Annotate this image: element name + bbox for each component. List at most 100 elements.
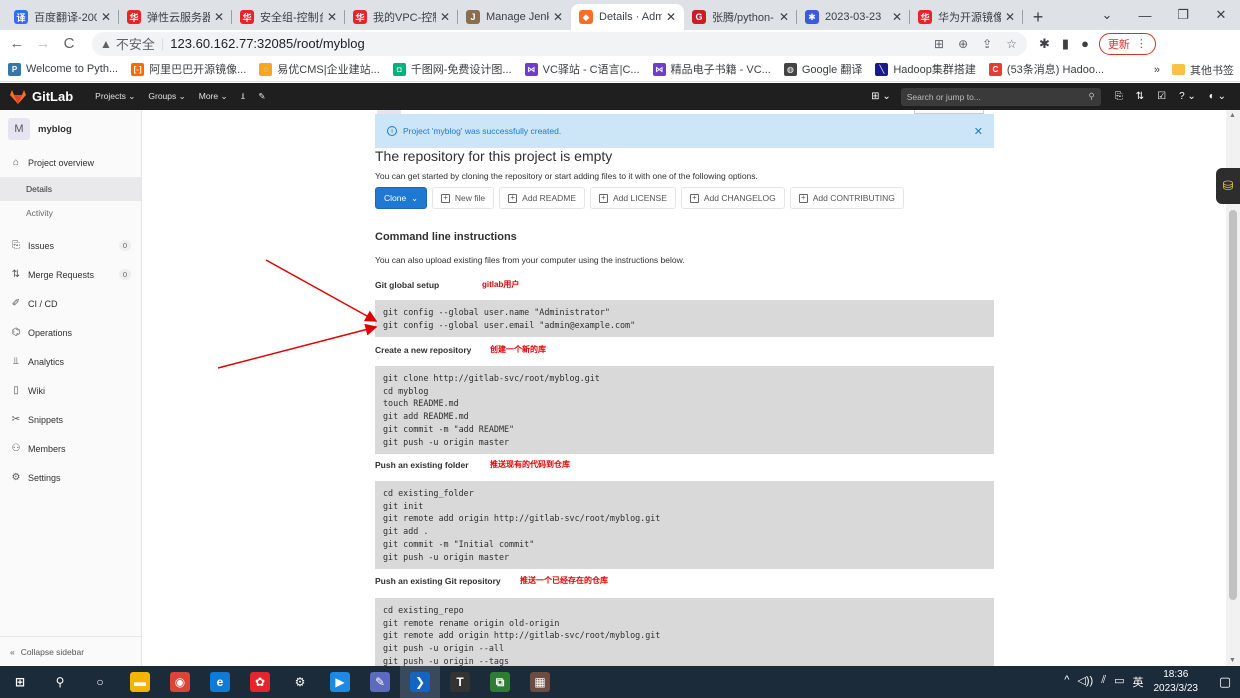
bookmark-item[interactable]: P Welcome to Pyth...: [8, 62, 118, 76]
file-explorer-icon[interactable]: ▬: [120, 666, 160, 698]
restore-icon[interactable]: ❐: [1164, 7, 1202, 23]
sidebar-item-merge-requests[interactable]: ⇅ Merge Requests 0: [0, 260, 141, 289]
ime-icon[interactable]: 英: [1133, 674, 1144, 690]
add-readme-button[interactable]: + Add README: [499, 187, 586, 209]
sidebar-item-operations[interactable]: ⌬ Operations: [0, 318, 141, 347]
browser-tab[interactable]: ◆ Details · Adm ✕: [571, 4, 684, 30]
new-dropdown-icon[interactable]: ⊞ ⌄: [871, 91, 891, 102]
scroll-down-icon[interactable]: ▼: [1229, 657, 1236, 664]
sidebar-subitem-activity[interactable]: Activity: [0, 201, 141, 225]
bookmark-item[interactable]: ⋈ 精品电子书籍 - VC...: [652, 61, 771, 77]
side-panel-icon[interactable]: ▮: [1062, 36, 1069, 52]
zoom-icon[interactable]: ⊕: [958, 37, 968, 51]
tab-close-icon[interactable]: ✕: [327, 10, 337, 24]
volume-icon[interactable]: ◁)): [1077, 674, 1093, 690]
huawei-icon[interactable]: ✿: [240, 666, 280, 698]
sidebar-item-analytics[interactable]: ⫫ Analytics: [0, 347, 141, 376]
nav-admin-icon[interactable]: ✎: [258, 91, 265, 102]
browser-tab[interactable]: 华华为开源镜像 ✕: [910, 4, 1023, 30]
remote-icon[interactable]: ⧉: [480, 666, 520, 698]
tab-close-icon[interactable]: ✕: [440, 10, 450, 24]
nav-projects[interactable]: Projects ⌄: [95, 91, 135, 102]
image-app-icon[interactable]: ▦: [520, 666, 560, 698]
app-icon[interactable]: ▶: [320, 666, 360, 698]
windows-start-icon[interactable]: ⊞: [0, 666, 40, 698]
update-button[interactable]: 更新 ⋮: [1098, 32, 1156, 55]
tab-close-icon[interactable]: ✕: [553, 10, 563, 24]
add-contributing-button[interactable]: + Add CONTRIBUTING: [789, 187, 904, 209]
browser-tab[interactable]: ✱ 2023-03-23 ✕: [797, 4, 910, 30]
other-bookmarks[interactable]: 其他书签: [1190, 62, 1234, 78]
menu-icon[interactable]: ⋮: [1136, 37, 1147, 50]
merge-requests-icon[interactable]: ⇅: [1136, 91, 1144, 102]
browser-tab[interactable]: 译百度翻译-200 ✕: [6, 4, 119, 30]
bookmark-item[interactable]: ◌ 易优CMS|企业建站...: [259, 61, 380, 77]
notification-icon[interactable]: ▢: [1210, 674, 1240, 690]
tab-close-icon[interactable]: ✕: [666, 10, 676, 24]
side-widget-button[interactable]: ⛁: [1216, 168, 1240, 204]
sidebar-item-wiki[interactable]: ▯ Wiki: [0, 376, 141, 405]
new-file-button[interactable]: + New file: [431, 187, 495, 209]
editor-icon[interactable]: ❯: [400, 666, 440, 698]
minimize-icon[interactable]: —: [1126, 8, 1164, 23]
sidebar-item-settings[interactable]: ⚙ Settings: [0, 463, 141, 492]
collapse-sidebar-button[interactable]: « Collapse sidebar: [0, 636, 141, 666]
user-avatar-icon[interactable]: ◐ ⌄: [1209, 91, 1226, 102]
close-window-icon[interactable]: ✕: [1202, 7, 1240, 23]
tab-close-icon[interactable]: ✕: [779, 10, 789, 24]
forward-button[interactable]: →: [30, 35, 56, 52]
url-text[interactable]: 123.60.162.77:32085/root/myblog: [170, 36, 364, 51]
typora-icon[interactable]: T: [440, 666, 480, 698]
sidebar-item-issues[interactable]: ⎘ Issues 0: [0, 231, 141, 260]
bookmark-item[interactable]: C (53条消息) Hadoo...: [988, 61, 1104, 77]
bookmark-item[interactable]: [-] 阿里巴巴开源镜像...: [131, 61, 246, 77]
bookmark-item[interactable]: ⋈ VC驿站 - C语言|C...: [524, 61, 640, 77]
add-license-button[interactable]: + Add LICENSE: [590, 187, 676, 209]
sidebar-item-project-overview[interactable]: ⌂ Project overview: [0, 148, 141, 177]
tab-close-icon[interactable]: ✕: [214, 10, 224, 24]
clone-button[interactable]: Clone ⌄: [375, 187, 427, 209]
sidebar-item-snippets[interactable]: ✂ Snippets: [0, 405, 141, 434]
search-input[interactable]: Search or jump to... ⚲: [900, 87, 1101, 106]
browser-tab[interactable]: J Manage Jenki ✕: [458, 4, 571, 30]
sidebar-item-ci-cd[interactable]: ✐ CI / CD: [0, 289, 141, 318]
network-icon[interactable]: ⫽: [1101, 674, 1106, 690]
code-block[interactable]: cd existing_folder git init git remote a…: [375, 481, 994, 570]
browser-tab[interactable]: 华我的VPC-控制 ✕: [345, 4, 458, 30]
browser-tab[interactable]: 华安全组-控制台 ✕: [232, 4, 345, 30]
sidebar-subitem-details[interactable]: Details: [0, 177, 141, 201]
browser-tab[interactable]: 华弹性云服务器 ✕: [119, 4, 232, 30]
help-icon[interactable]: ? ⌄: [1179, 91, 1196, 102]
new-tab-button[interactable]: +: [1023, 4, 1053, 30]
nav-more[interactable]: More ⌄: [199, 91, 228, 102]
nav-groups[interactable]: Groups ⌄: [148, 91, 185, 102]
profile-icon[interactable]: ●: [1081, 36, 1089, 51]
address-bar[interactable]: ▲ 不安全 | 123.60.162.77:32085/root/myblog …: [92, 31, 1027, 56]
reload-button[interactable]: C: [56, 35, 82, 52]
edge-icon[interactable]: e: [200, 666, 240, 698]
close-icon[interactable]: ✕: [974, 125, 983, 138]
back-button[interactable]: ←: [4, 35, 30, 52]
extensions-icon[interactable]: ✱: [1039, 36, 1050, 52]
browser-tab[interactable]: G 张腾/python- ✕: [684, 4, 797, 30]
share-icon[interactable]: ⇪: [982, 37, 992, 51]
code-block[interactable]: cd existing_repo git remote rename origi…: [375, 598, 994, 666]
tab-close-icon[interactable]: ✕: [101, 10, 111, 24]
chrome-icon[interactable]: ◉: [160, 666, 200, 698]
settings-icon[interactable]: ⚙: [280, 666, 320, 698]
gitlab-logo[interactable]: GitLab: [10, 89, 73, 104]
tab-search-icon[interactable]: ⌄: [1088, 7, 1126, 23]
scroll-up-icon[interactable]: ▲: [1229, 112, 1236, 119]
notes-icon[interactable]: ✎: [360, 666, 400, 698]
tab-close-icon[interactable]: ✕: [892, 10, 902, 24]
add-changelog-button[interactable]: + Add CHANGELOG: [680, 187, 785, 209]
clock[interactable]: 18:36 2023/3/23: [1154, 668, 1199, 696]
bookmark-item[interactable]: ╲ Hadoop集群搭建: [875, 61, 976, 77]
code-block[interactable]: git clone http://gitlab-svc/root/myblog.…: [375, 366, 994, 455]
sidebar-item-members[interactable]: ⚇ Members: [0, 434, 141, 463]
bookmarks-overflow-button[interactable]: »: [1154, 64, 1160, 76]
bookmark-star-icon[interactable]: ☆: [1006, 37, 1017, 51]
battery-icon[interactable]: ▭: [1114, 674, 1124, 690]
project-heading[interactable]: M myblog: [0, 110, 141, 148]
nav-analytics-icon[interactable]: ⫫: [241, 91, 246, 102]
